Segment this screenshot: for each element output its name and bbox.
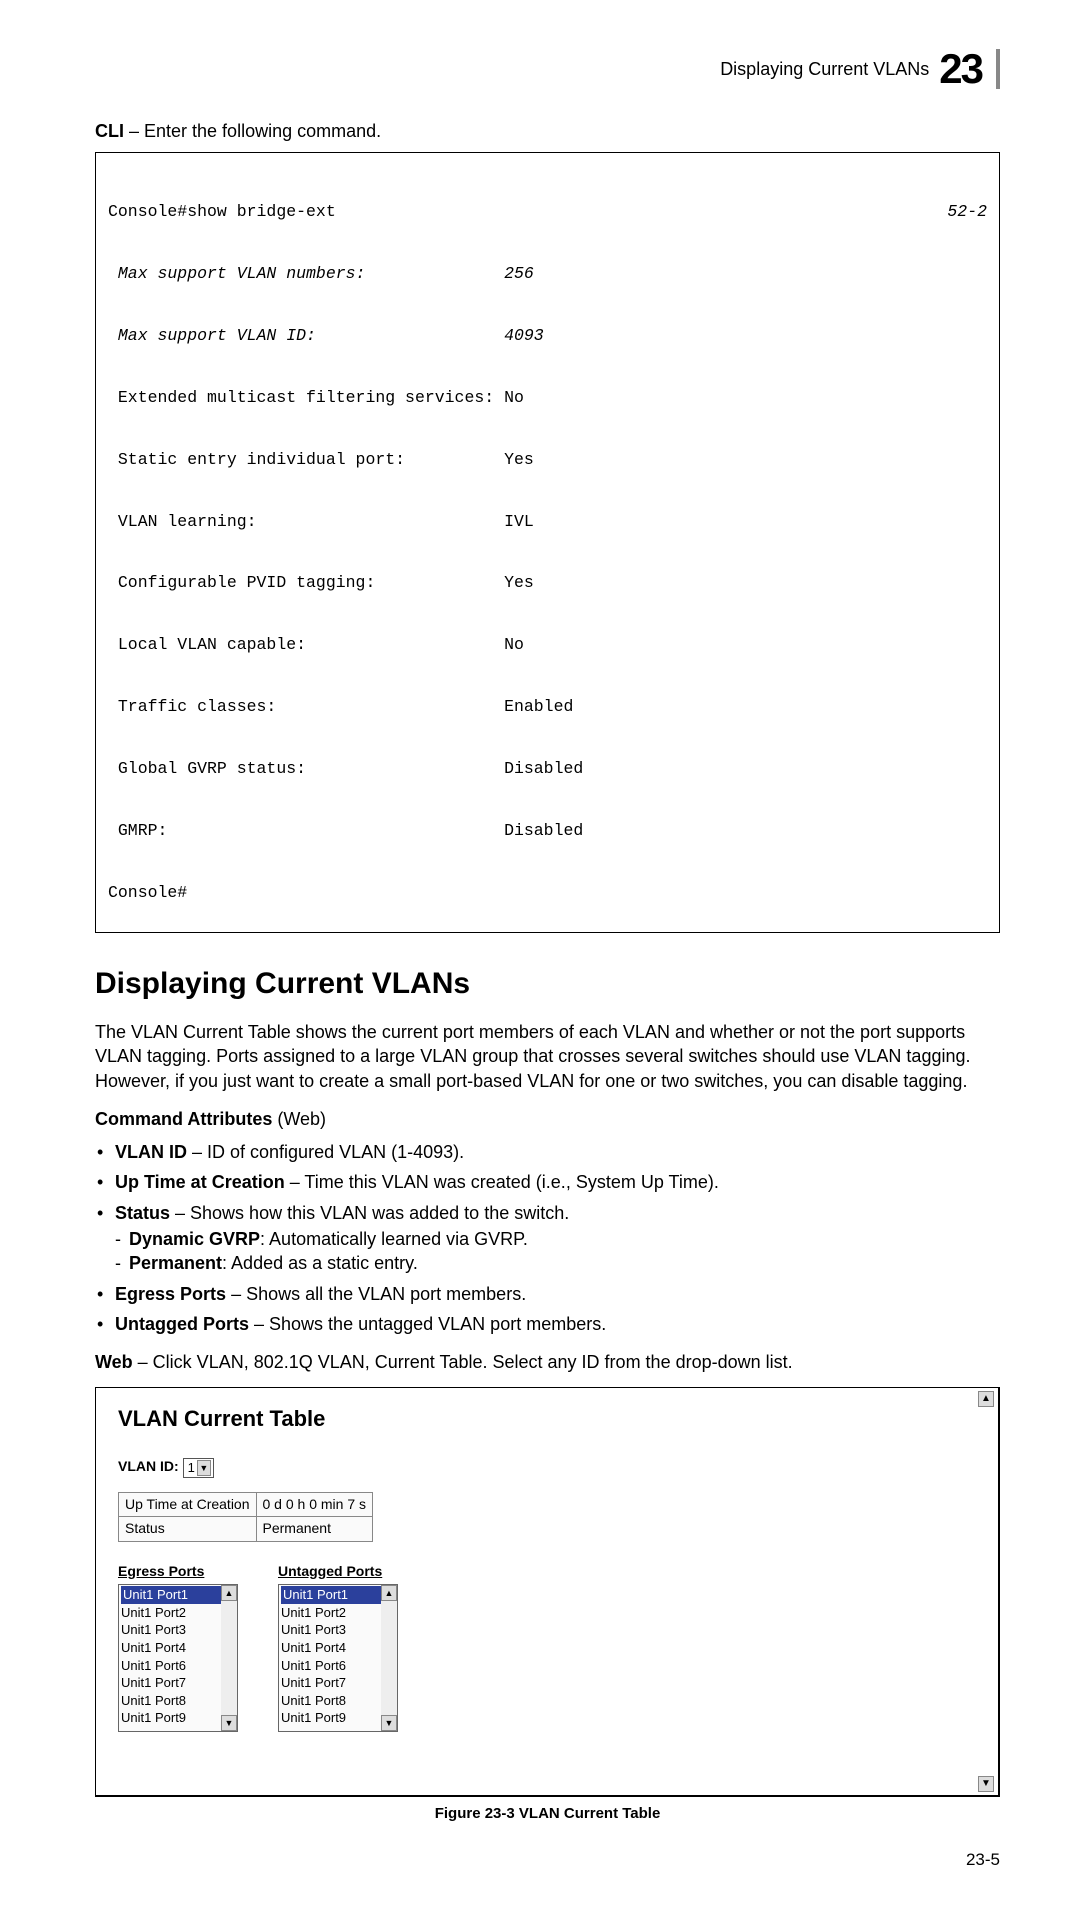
- egress-ports-listbox[interactable]: Unit1 Port1 Unit1 Port2 Unit1 Port3 Unit…: [118, 1584, 238, 1732]
- list-item[interactable]: Unit1 Port9: [121, 1709, 235, 1727]
- untagged-ports-heading: Untagged Ports: [278, 1562, 398, 1582]
- table-row: Status Permanent: [119, 1517, 373, 1542]
- console-line: Console#show bridge-ext: [108, 202, 947, 223]
- list-item[interactable]: Unit1 Port8: [281, 1692, 395, 1710]
- header-divider: [996, 49, 1000, 89]
- list-item[interactable]: Unit1 Port9: [281, 1709, 395, 1727]
- console-line: Local VLAN capable: No: [108, 635, 987, 656]
- list-item[interactable]: Unit1 Port6: [281, 1657, 395, 1675]
- vlan-id-label: VLAN ID:: [118, 1458, 179, 1474]
- status-value: Permanent: [256, 1517, 373, 1542]
- console-line: VLAN learning: IVL: [108, 512, 987, 533]
- panel-title: VLAN Current Table: [118, 1404, 970, 1435]
- console-line: Traffic classes: Enabled: [108, 697, 987, 718]
- header-breadcrumb: Displaying Current VLANs: [720, 57, 929, 82]
- list-item[interactable]: Unit1 Port1: [121, 1586, 235, 1604]
- web-screenshot: ▲ ▼ VLAN Current Table VLAN ID: 1▼ Up Ti…: [95, 1387, 1000, 1797]
- egress-ports-heading: Egress Ports: [118, 1562, 238, 1582]
- list-item[interactable]: Unit1 Port3: [281, 1621, 395, 1639]
- scroll-down-icon[interactable]: ▼: [381, 1715, 397, 1731]
- attr-untagged-ports: Untagged Ports – Shows the untagged VLAN…: [95, 1312, 1000, 1336]
- cli-intro: CLI – Enter the following command.: [95, 119, 1000, 144]
- list-item[interactable]: Unit1 Port6: [121, 1657, 235, 1675]
- list-item[interactable]: Unit1 Port7: [121, 1674, 235, 1692]
- console-ref: 52-2: [947, 202, 987, 223]
- list-item[interactable]: Unit1 Port8: [121, 1692, 235, 1710]
- listbox-scrollbar[interactable]: ▲ ▼: [221, 1585, 237, 1731]
- console-line: Max support VLAN ID: 4093: [108, 326, 544, 345]
- scroll-up-icon[interactable]: ▲: [221, 1585, 237, 1601]
- untagged-ports-column: Untagged Ports Unit1 Port1 Unit1 Port2 U…: [278, 1562, 398, 1733]
- console-output: Console#show bridge-ext 52-2 Max support…: [95, 152, 1000, 933]
- table-row: Up Time at Creation 0 d 0 h 0 min 7 s: [119, 1492, 373, 1517]
- list-item[interactable]: Unit1 Port1: [281, 1586, 395, 1604]
- console-line: GMRP: Disabled: [108, 821, 987, 842]
- console-line: Console#: [108, 883, 987, 904]
- console-line: Max support VLAN numbers: 256: [108, 264, 534, 283]
- console-line: Configurable PVID tagging: Yes: [108, 573, 987, 594]
- page-number: 23-5: [95, 1848, 1000, 1872]
- status-label: Status: [119, 1517, 257, 1542]
- attr-status: Status – Shows how this VLAN was added t…: [95, 1201, 1000, 1276]
- untagged-ports-listbox[interactable]: Unit1 Port1 Unit1 Port2 Unit1 Port3 Unit…: [278, 1584, 398, 1732]
- list-item[interactable]: Unit1 Port2: [281, 1604, 395, 1622]
- uptime-label: Up Time at Creation: [119, 1492, 257, 1517]
- attributes-list: VLAN ID – ID of configured VLAN (1-4093)…: [95, 1140, 1000, 1336]
- cli-intro-bold: CLI: [95, 121, 124, 141]
- status-sublist: Dynamic GVRP: Automatically learned via …: [115, 1227, 1000, 1276]
- cli-intro-rest: – Enter the following command.: [124, 121, 381, 141]
- attr-vlan-id: VLAN ID – ID of configured VLAN (1-4093)…: [95, 1140, 1000, 1164]
- web-instructions: Web – Click VLAN, 802.1Q VLAN, Current T…: [95, 1350, 1000, 1375]
- list-item[interactable]: Unit1 Port4: [121, 1639, 235, 1657]
- command-attributes-heading: Command Attributes (Web): [95, 1107, 1000, 1132]
- list-item[interactable]: Unit1 Port3: [121, 1621, 235, 1639]
- list-item[interactable]: Unit1 Port2: [121, 1604, 235, 1622]
- uptime-value: 0 d 0 h 0 min 7 s: [256, 1492, 373, 1517]
- intro-paragraph: The VLAN Current Table shows the current…: [95, 1020, 1000, 1093]
- listbox-scrollbar[interactable]: ▲ ▼: [381, 1585, 397, 1731]
- scroll-up-icon[interactable]: ▲: [978, 1391, 994, 1407]
- vlan-id-row: VLAN ID: 1▼: [118, 1457, 970, 1477]
- vlan-id-select[interactable]: 1▼: [183, 1458, 214, 1478]
- attr-status-permanent: Permanent: Added as a static entry.: [115, 1251, 1000, 1275]
- chapter-number: 23: [939, 40, 982, 99]
- console-line: Extended multicast filtering services: N…: [108, 388, 987, 409]
- attr-status-dynamic: Dynamic GVRP: Automatically learned via …: [115, 1227, 1000, 1251]
- vlan-info-table: Up Time at Creation 0 d 0 h 0 min 7 s St…: [118, 1492, 373, 1542]
- figure-caption: Figure 23-3 VLAN Current Table: [95, 1803, 1000, 1824]
- attr-uptime: Up Time at Creation – Time this VLAN was…: [95, 1170, 1000, 1194]
- outer-scrollbar[interactable]: ▲ ▼: [977, 1391, 995, 1792]
- list-item[interactable]: Unit1 Port4: [281, 1639, 395, 1657]
- console-line: Static entry individual port: Yes: [108, 450, 987, 471]
- scroll-down-icon[interactable]: ▼: [221, 1715, 237, 1731]
- scroll-up-icon[interactable]: ▲: [381, 1585, 397, 1601]
- chevron-down-icon[interactable]: ▼: [197, 1460, 211, 1476]
- section-heading: Displaying Current VLANs: [95, 963, 1000, 1005]
- attr-egress-ports: Egress Ports – Shows all the VLAN port m…: [95, 1282, 1000, 1306]
- list-item[interactable]: Unit1 Port7: [281, 1674, 395, 1692]
- scroll-down-icon[interactable]: ▼: [978, 1776, 994, 1792]
- console-line: Global GVRP status: Disabled: [108, 759, 987, 780]
- page-header: Displaying Current VLANs 23: [95, 40, 1000, 99]
- egress-ports-column: Egress Ports Unit1 Port1 Unit1 Port2 Uni…: [118, 1562, 238, 1733]
